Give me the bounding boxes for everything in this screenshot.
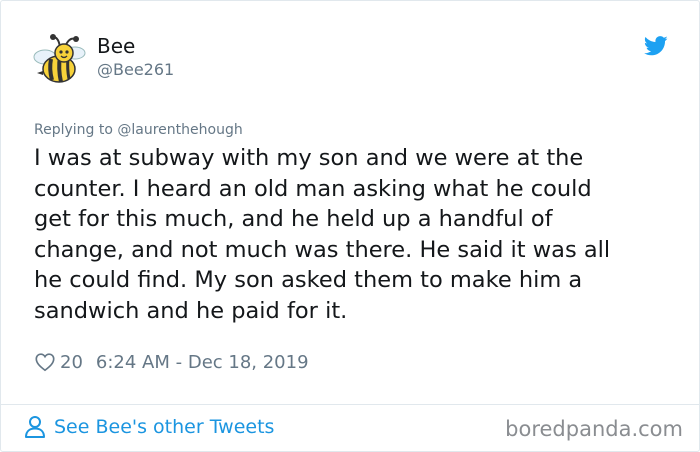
replying-to-label[interactable]: Replying to @laurenthehough <box>34 122 243 138</box>
bee-avatar-icon[interactable] <box>31 31 89 89</box>
like-count[interactable]: 20 <box>60 352 83 373</box>
tweet-text: I was at subway with my son and we were … <box>34 145 611 324</box>
divider <box>1 404 699 405</box>
watermark: boredpanda.com <box>505 417 683 441</box>
tweet-timestamp[interactable]: 6:24 AM - Dec 18, 2019 <box>96 352 309 373</box>
author-handle[interactable]: @Bee261 <box>97 60 174 79</box>
see-other-tweets-link[interactable]: See Bee's other Tweets <box>24 415 274 439</box>
tweet-card: Bee @Bee261 Replying to @laurenthehough … <box>0 0 700 452</box>
heart-icon[interactable] <box>34 351 56 373</box>
person-icon <box>24 415 46 439</box>
author-name[interactable]: Bee <box>97 34 135 58</box>
tweet-meta: 20 6:24 AM - Dec 18, 2019 <box>34 351 309 373</box>
see-other-tweets-label: See Bee's other Tweets <box>54 416 275 438</box>
twitter-bird-icon[interactable] <box>643 36 668 56</box>
